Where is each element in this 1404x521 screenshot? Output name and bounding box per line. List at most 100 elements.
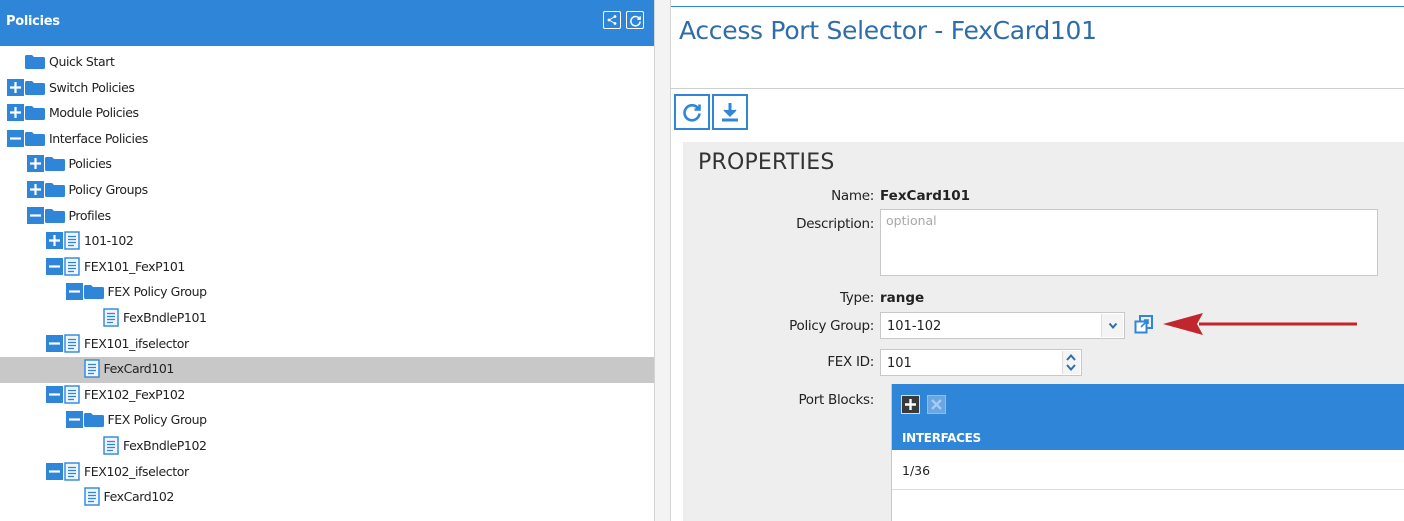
name-value: FexCard101: [880, 188, 971, 204]
collapse-icon[interactable]: [65, 411, 83, 429]
tree-item-fex102-fexp102[interactable]: FEX102_FexP102: [0, 383, 654, 409]
tree-item-label: FexCard101: [103, 361, 175, 377]
type-value: range: [880, 290, 925, 306]
document-icon: [64, 333, 80, 353]
tree-item-label: Quick Start: [49, 54, 115, 69]
table-row[interactable]: 1/36: [892, 450, 1404, 490]
tree-item-fexcard101[interactable]: FexCard101: [0, 357, 654, 383]
tree-item-profiles[interactable]: Profiles: [0, 204, 654, 230]
tree-header: Policies: [0, 0, 654, 46]
collapse-icon[interactable]: [26, 206, 44, 224]
folder-icon: [25, 80, 45, 95]
plus-icon: [901, 395, 920, 414]
tree-item-label: FEX Policy Group: [107, 284, 208, 300]
tree-item-fex101-ifselector[interactable]: FEX101_ifselector: [0, 332, 654, 358]
folder-icon: [83, 413, 104, 428]
folder-icon: [25, 106, 45, 121]
tree-item-label: 101-102: [84, 233, 134, 249]
description-label: Description:: [796, 216, 874, 232]
collapse-icon[interactable]: [46, 334, 63, 352]
chevron-down-icon[interactable]: [1101, 314, 1123, 337]
page-title: Access Port Selector - FexCard101: [679, 16, 1097, 45]
toolbar-divider: [671, 88, 1404, 89]
interfaces-column-header[interactable]: INTERFACES: [902, 431, 981, 445]
tree-item-policy-groups[interactable]: Policy Groups: [0, 178, 654, 204]
tree-item-label: FEX Policy Group: [107, 412, 208, 428]
add-port-block-button[interactable]: [901, 395, 920, 414]
expand-icon[interactable]: [7, 78, 24, 96]
tree-item-label: FexCard102: [103, 489, 175, 505]
description-field[interactable]: optional: [880, 209, 1378, 276]
expand-icon[interactable]: [46, 232, 63, 250]
open-policy-group-icon[interactable]: [1133, 314, 1155, 336]
document-icon: [103, 308, 119, 327]
policy-group-value: 101-102: [887, 319, 942, 334]
collapse-icon[interactable]: [46, 462, 63, 480]
tree-item-fexbndlep102[interactable]: FexBndleP102: [0, 434, 654, 460]
tree-item-fex-policy-group[interactable]: FEX Policy Group: [0, 280, 654, 306]
expand-icon[interactable]: [7, 104, 24, 122]
expand-icon[interactable]: [26, 180, 44, 198]
delete-port-block-button[interactable]: [927, 395, 946, 414]
document-icon: [83, 487, 100, 506]
document-icon: [64, 257, 80, 276]
tree-item-fex102-ifselector[interactable]: FEX102_ifselector: [0, 460, 654, 486]
tree-item-101-102[interactable]: 101-102: [0, 229, 654, 255]
fex-id-stepper[interactable]: 101: [880, 349, 1082, 376]
refresh-button[interactable]: [674, 94, 710, 130]
document-icon: [64, 461, 80, 481]
tree-item-quick-start[interactable]: Quick Start: [0, 50, 654, 76]
content-panel: Access Port Selector - FexCard101 PROPER…: [671, 0, 1404, 521]
tree-item-module-policies[interactable]: Module Policies: [0, 101, 654, 127]
tree-view-icon[interactable]: [603, 11, 621, 29]
collapse-icon[interactable]: [46, 385, 63, 403]
policies-tree-panel: Policies Quick Start Switch Policies Modul…: [0, 0, 654, 521]
description-placeholder: optional: [886, 213, 937, 228]
annotation-arrow-icon: [1163, 313, 1357, 335]
tree-item-label: Module Policies: [49, 105, 139, 121]
port-blocks-table: INTERFACES 1/36: [891, 384, 1404, 521]
port-blocks-header: INTERFACES: [892, 384, 1404, 450]
type-label: Type:: [839, 290, 874, 306]
tree-item-label: FexBndleP101: [123, 309, 207, 325]
tree-item-label: FEX101_ifselector: [84, 335, 189, 351]
tree-item-label: Profiles: [68, 207, 112, 223]
tree-title: Policies: [6, 14, 60, 29]
document-icon: [103, 436, 119, 455]
tree-item-fex-policy-group[interactable]: FEX Policy Group: [0, 408, 654, 434]
tree-item-policies[interactable]: Policies: [0, 152, 654, 178]
name-label: Name:: [831, 188, 874, 204]
top-border: [671, 6, 1404, 7]
fex-id-label: FEX ID:: [827, 354, 874, 370]
interface-cell: 1/36: [902, 463, 931, 478]
collapse-icon[interactable]: [7, 129, 24, 147]
refresh-icon: [683, 104, 701, 122]
tree-item-label: FEX102_ifselector: [84, 463, 189, 479]
collapse-icon[interactable]: [65, 283, 83, 301]
tree-item-label: Interface Policies: [49, 130, 148, 146]
folder-icon: [44, 182, 65, 197]
tree-item-label: Policies: [68, 156, 112, 172]
tree-item-fexbndlep101[interactable]: FexBndleP101: [0, 306, 654, 332]
tree-item-switch-policies[interactable]: Switch Policies: [0, 76, 654, 102]
expand-icon[interactable]: [26, 155, 44, 173]
tree-item-fex101-fexp101[interactable]: FEX101_FexP101: [0, 255, 654, 281]
panel-splitter[interactable]: [654, 0, 671, 521]
tree-item-interface-policies[interactable]: Interface Policies: [0, 127, 654, 153]
folder-icon: [44, 157, 65, 172]
fex-id-value: 101: [887, 356, 912, 371]
stepper-arrows-icon[interactable]: [1062, 351, 1080, 374]
refresh-icon[interactable]: [626, 11, 644, 29]
tree-item-label: FexBndleP102: [123, 437, 207, 453]
policy-group-select[interactable]: 101-102: [880, 312, 1125, 339]
folder-icon: [44, 208, 65, 223]
tree-item-label: FEX102_FexP102: [84, 386, 185, 402]
policy-group-label: Policy Group:: [789, 318, 874, 334]
folder-icon: [83, 285, 104, 300]
download-button[interactable]: [712, 94, 748, 130]
tree-item-label: FEX101_FexP101: [84, 258, 185, 274]
document-icon: [83, 359, 100, 378]
collapse-icon[interactable]: [46, 257, 63, 275]
tree-item-fexcard102[interactable]: FexCard102: [0, 485, 654, 511]
download-icon: [722, 103, 738, 122]
